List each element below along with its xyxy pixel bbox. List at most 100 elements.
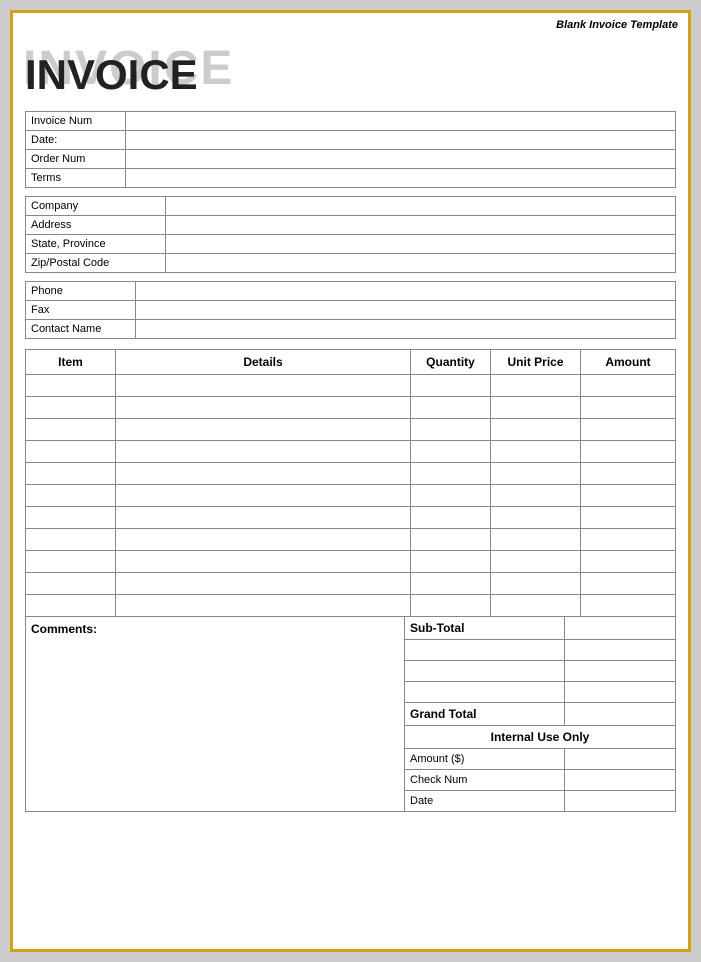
table-row <box>26 375 676 397</box>
row-7-qty[interactable] <box>411 529 491 551</box>
internal-date-row: Date <box>405 791 675 811</box>
row-2-item[interactable] <box>26 419 116 441</box>
row-8-price[interactable] <box>491 551 581 573</box>
table-row <box>26 507 676 529</box>
row-4-item[interactable] <box>26 463 116 485</box>
row-3-item[interactable] <box>26 441 116 463</box>
row-6-qty[interactable] <box>411 507 491 529</box>
row-3-qty[interactable] <box>411 441 491 463</box>
fax-value[interactable] <box>136 301 675 319</box>
row-8-item[interactable] <box>26 551 116 573</box>
row-9-qty[interactable] <box>411 573 491 595</box>
order-num-row: Order Num <box>26 150 675 169</box>
row-8-qty[interactable] <box>411 551 491 573</box>
state-row: State, Province <box>26 235 675 254</box>
table-row <box>26 419 676 441</box>
row-10-price[interactable] <box>491 595 581 617</box>
row-4-price[interactable] <box>491 463 581 485</box>
subtotal-value[interactable] <box>565 617 675 639</box>
check-num-value[interactable] <box>565 770 675 790</box>
terms-value[interactable] <box>126 169 675 187</box>
row-1-qty[interactable] <box>411 397 491 419</box>
company-value[interactable] <box>166 197 675 215</box>
table-row <box>26 551 676 573</box>
row-2-qty[interactable] <box>411 419 491 441</box>
address-value[interactable] <box>166 216 675 234</box>
internal-date-value[interactable] <box>565 791 675 811</box>
grand-total-value[interactable] <box>565 703 675 725</box>
row-4-qty[interactable] <box>411 463 491 485</box>
row-0-price[interactable] <box>491 375 581 397</box>
row-7-amount[interactable] <box>581 529 676 551</box>
contact-name-label: Contact Name <box>26 320 136 338</box>
zip-value[interactable] <box>166 254 675 272</box>
date-value[interactable] <box>126 131 675 149</box>
row-0-item[interactable] <box>26 375 116 397</box>
row-7-details[interactable] <box>116 529 411 551</box>
invoice-num-value[interactable] <box>126 112 675 130</box>
amount-value[interactable] <box>565 749 675 769</box>
row-1-details[interactable] <box>116 397 411 419</box>
row-0-amount[interactable] <box>581 375 676 397</box>
row-5-item[interactable] <box>26 485 116 507</box>
address-row: Address <box>26 216 675 235</box>
contact-name-row: Contact Name <box>26 320 675 338</box>
row-5-amount[interactable] <box>581 485 676 507</box>
extra-value-2[interactable] <box>565 661 675 681</box>
row-3-price[interactable] <box>491 441 581 463</box>
row-4-amount[interactable] <box>581 463 676 485</box>
table-row <box>26 529 676 551</box>
row-1-item[interactable] <box>26 397 116 419</box>
contact-section: Phone Fax Contact Name <box>25 281 676 339</box>
row-9-amount[interactable] <box>581 573 676 595</box>
comments-label: Comments: <box>31 622 399 636</box>
row-8-amount[interactable] <box>581 551 676 573</box>
row-0-details[interactable] <box>116 375 411 397</box>
company-label: Company <box>26 197 166 215</box>
row-0-qty[interactable] <box>411 375 491 397</box>
row-2-amount[interactable] <box>581 419 676 441</box>
grand-total-label: Grand Total <box>405 703 565 725</box>
row-7-price[interactable] <box>491 529 581 551</box>
zip-label: Zip/Postal Code <box>26 254 166 272</box>
row-10-qty[interactable] <box>411 595 491 617</box>
row-7-item[interactable] <box>26 529 116 551</box>
row-4-details[interactable] <box>116 463 411 485</box>
terms-label: Terms <box>26 169 126 187</box>
phone-value[interactable] <box>136 282 675 300</box>
row-6-item[interactable] <box>26 507 116 529</box>
row-5-price[interactable] <box>491 485 581 507</box>
row-5-details[interactable] <box>116 485 411 507</box>
row-10-details[interactable] <box>116 595 411 617</box>
row-1-amount[interactable] <box>581 397 676 419</box>
internal-use-header: Internal Use Only <box>405 726 675 749</box>
contact-name-value[interactable] <box>136 320 675 338</box>
row-3-amount[interactable] <box>581 441 676 463</box>
row-10-item[interactable] <box>26 595 116 617</box>
state-value[interactable] <box>166 235 675 253</box>
row-9-price[interactable] <box>491 573 581 595</box>
row-6-details[interactable] <box>116 507 411 529</box>
table-row <box>26 595 676 617</box>
extra-label-2 <box>405 661 565 681</box>
invoice-num-row: Invoice Num <box>26 112 675 131</box>
invoice-num-label: Invoice Num <box>26 112 126 130</box>
company-row: Company <box>26 197 675 216</box>
extra-value-1[interactable] <box>565 640 675 660</box>
zip-row: Zip/Postal Code <box>26 254 675 272</box>
table-header-row: Item Details Quantity Unit Price Amount <box>26 350 676 375</box>
row-6-amount[interactable] <box>581 507 676 529</box>
row-2-details[interactable] <box>116 419 411 441</box>
row-2-price[interactable] <box>491 419 581 441</box>
row-9-item[interactable] <box>26 573 116 595</box>
extra-value-3[interactable] <box>565 682 675 702</box>
internal-date-label: Date <box>405 791 565 811</box>
row-8-details[interactable] <box>116 551 411 573</box>
row-3-details[interactable] <box>116 441 411 463</box>
row-9-details[interactable] <box>116 573 411 595</box>
row-10-amount[interactable] <box>581 595 676 617</box>
row-6-price[interactable] <box>491 507 581 529</box>
row-1-price[interactable] <box>491 397 581 419</box>
row-5-qty[interactable] <box>411 485 491 507</box>
order-num-value[interactable] <box>126 150 675 168</box>
